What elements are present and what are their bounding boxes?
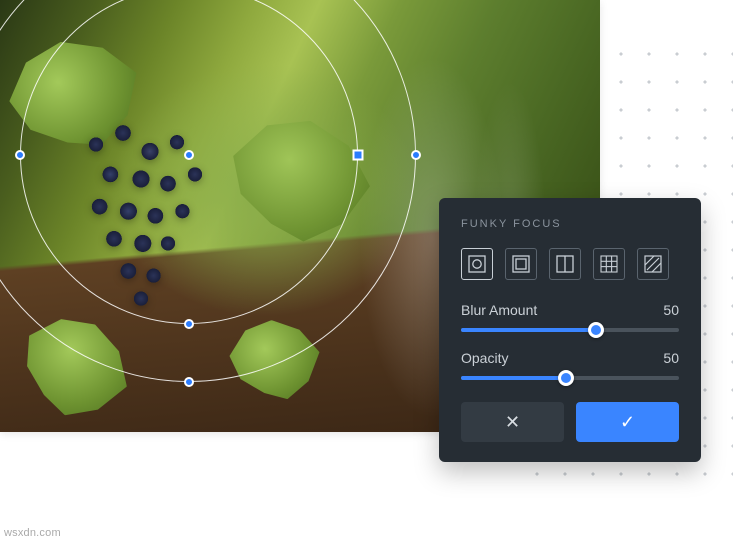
blur-amount-knob[interactable] — [588, 322, 604, 338]
slider-fill — [461, 328, 596, 332]
blur-amount-slider[interactable] — [461, 328, 679, 332]
focus-handle-inner-w[interactable] — [15, 150, 25, 160]
photo-grapes — [60, 110, 240, 340]
blur-amount-label: Blur Amount — [461, 302, 537, 318]
opacity-value: 50 — [663, 350, 679, 366]
slider-fill — [461, 376, 566, 380]
linear-icon — [512, 255, 530, 273]
focus-handle-center[interactable] — [184, 150, 194, 160]
check-icon: ✓ — [620, 412, 635, 433]
opacity-group: Opacity 50 — [461, 350, 679, 380]
pattern-icon — [644, 255, 662, 273]
panel-actions: ✕ ✓ — [461, 402, 679, 442]
panel-title: FUNKY FOCUS — [461, 218, 679, 230]
radial-icon — [468, 255, 486, 273]
cancel-button[interactable]: ✕ — [461, 402, 564, 442]
opacity-slider[interactable] — [461, 376, 679, 380]
focus-handle-outer-e[interactable] — [411, 150, 421, 160]
apply-button[interactable]: ✓ — [576, 402, 679, 442]
opacity-label: Opacity — [461, 350, 508, 366]
blur-amount-group: Blur Amount 50 — [461, 302, 679, 332]
watermark: wsxdn.com — [4, 527, 61, 539]
focus-handle-inner-e[interactable] — [353, 150, 364, 161]
mirror-icon — [556, 255, 574, 273]
close-icon: ✕ — [505, 412, 520, 433]
opacity-knob[interactable] — [558, 370, 574, 386]
grid-icon — [600, 255, 618, 273]
focus-handle-outer-s[interactable] — [184, 377, 194, 387]
funky-focus-panel: FUNKY FOCUS B — [439, 198, 701, 462]
focus-mode-row — [461, 248, 679, 280]
focus-mode-grid[interactable] — [593, 248, 625, 280]
focus-mode-radial[interactable] — [461, 248, 493, 280]
focus-handle-inner-s[interactable] — [184, 319, 194, 329]
focus-mode-linear[interactable] — [505, 248, 537, 280]
blur-amount-value: 50 — [663, 302, 679, 318]
focus-mode-pattern[interactable] — [637, 248, 669, 280]
focus-mode-mirror[interactable] — [549, 248, 581, 280]
